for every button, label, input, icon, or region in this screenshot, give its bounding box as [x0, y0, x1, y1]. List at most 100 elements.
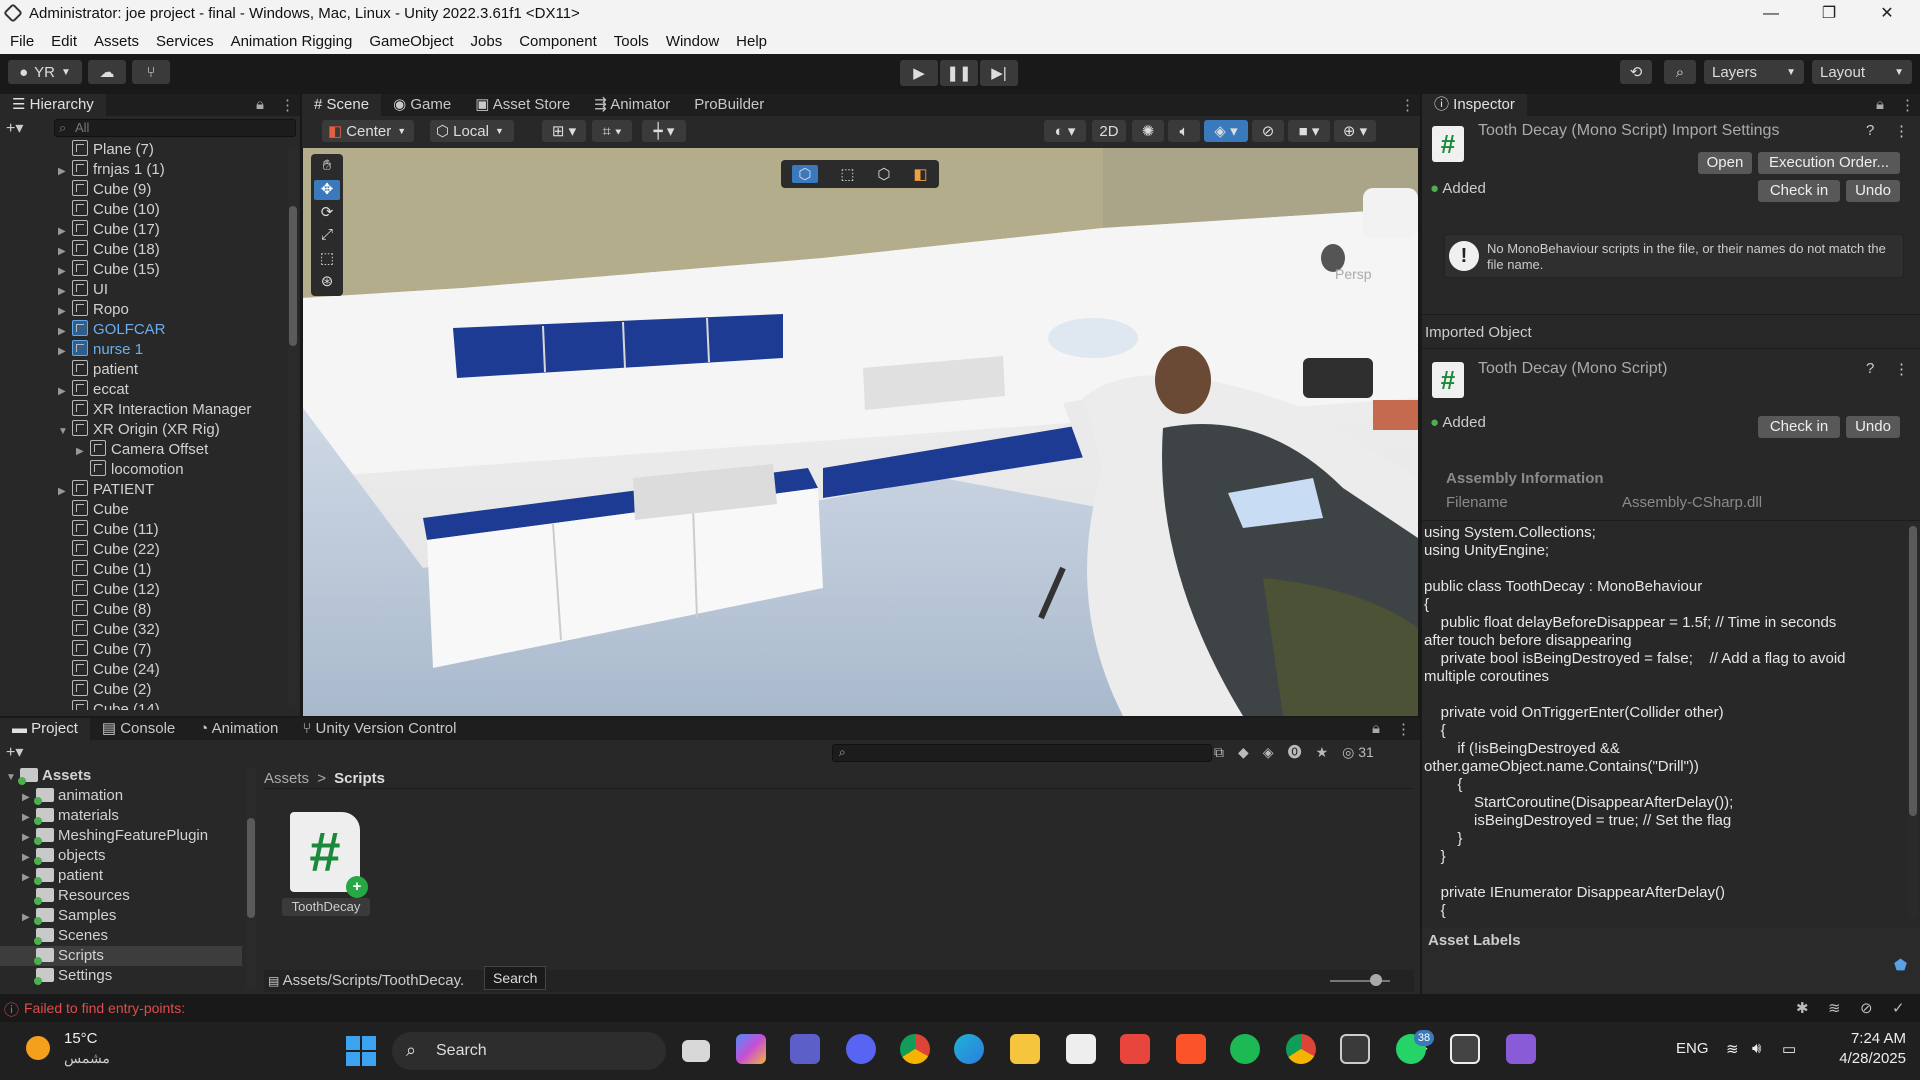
chrome-icon[interactable] — [900, 1034, 930, 1064]
favorite-star-icon[interactable]: ★ — [1316, 744, 1329, 761]
expand-arrow-icon[interactable]: ▶ — [58, 242, 72, 262]
hierarchy-item[interactable]: ▶ Cube (17) — [58, 220, 160, 242]
menu-file[interactable]: File — [10, 33, 34, 50]
expand-arrow-icon[interactable]: ▶ — [58, 282, 72, 302]
expand-arrow-icon[interactable]: ▶ — [58, 342, 72, 362]
hierarchy-item[interactable]: Cube (2) — [58, 680, 151, 700]
filter-warning-icon[interactable]: ⓿ — [1288, 742, 1302, 762]
chrome-profile-icon[interactable] — [1286, 1034, 1316, 1064]
wifi-icon[interactable]: ≋ — [1726, 1040, 1739, 1058]
tab-animation[interactable]: ◔ Animation — [187, 718, 290, 740]
expand-arrow-icon[interactable]: ▶ — [58, 262, 72, 282]
scrollbar-thumb[interactable] — [289, 206, 297, 346]
visual-studio-icon[interactable] — [1506, 1034, 1536, 1064]
menu-window[interactable]: Window — [666, 33, 719, 50]
edge-mode-icon[interactable]: ⬡ — [877, 165, 890, 183]
hierarchy-item[interactable]: ▶ GOLFCAR — [58, 320, 166, 342]
scrollbar-thumb[interactable] — [1909, 526, 1917, 816]
help-icon[interactable]: ? — [1866, 360, 1874, 377]
hierarchy-item[interactable]: Cube (8) — [58, 600, 151, 620]
play-button[interactable]: ▶ — [900, 60, 938, 86]
tab-probuilder[interactable]: ProBuilder — [682, 94, 776, 116]
project-folder-item[interactable]: Resources — [22, 886, 242, 906]
expand-arrow-icon[interactable]: ▼ — [58, 422, 72, 442]
lock-icon[interactable]: 🔒︎ — [256, 96, 264, 113]
expand-arrow-icon[interactable]: ▶ — [58, 382, 72, 402]
project-folder-item[interactable]: ▶ patient — [22, 866, 242, 888]
grid-snap-button[interactable]: ⊞ ▾ — [542, 120, 586, 142]
project-folder-item[interactable]: Scenes — [22, 926, 242, 946]
unity-hub-icon[interactable] — [1340, 1034, 1370, 1064]
tab-console[interactable]: ▤ Console — [90, 718, 187, 740]
volume-icon[interactable]: 🔊︎ — [1752, 1040, 1761, 1057]
hierarchy-item[interactable]: Cube (11) — [58, 520, 159, 540]
check-in-button[interactable]: Check in — [1758, 180, 1840, 202]
hierarchy-item[interactable]: Cube (12) — [58, 580, 160, 600]
tab-animator[interactable]: ⇶ Animator — [582, 94, 682, 116]
tab-hierarchy[interactable]: ☰ Hierarchy — [0, 94, 106, 116]
spotify-icon[interactable] — [1230, 1034, 1260, 1064]
scale-tool-icon[interactable]: ⤢ — [314, 226, 340, 246]
zoom-slider-thumb[interactable] — [1370, 974, 1382, 986]
task-view-icon[interactable] — [682, 1040, 710, 1062]
anydesk-icon[interactable] — [1120, 1034, 1150, 1064]
menu-assets[interactable]: Assets — [94, 33, 139, 50]
object-mode-icon[interactable]: ⬡ — [792, 165, 818, 183]
history-button[interactable]: ⟲ — [1620, 60, 1652, 84]
expand-arrow-icon[interactable]: ▶ — [58, 482, 72, 502]
close-button[interactable]: ✕ — [1858, 0, 1916, 28]
face-mode-icon[interactable]: ◧ — [913, 165, 927, 183]
lock-icon[interactable]: 🔒︎ — [1372, 720, 1380, 737]
space-dropdown[interactable]: ⬡ Local ▼ — [430, 120, 514, 142]
project-search-input[interactable]: ⌕ — [832, 744, 1212, 762]
hand-tool-icon[interactable]: ✋︎ — [314, 157, 340, 177]
expand-arrow-icon[interactable]: ▶ — [58, 222, 72, 242]
weather-condition[interactable]: مشمس — [64, 1050, 110, 1067]
expand-arrow-icon[interactable]: ▶ — [58, 302, 72, 322]
hierarchy-item[interactable]: ▶ Cube (15) — [58, 260, 160, 282]
scene-viewport[interactable]: ✋︎ ✥ ⟳ ⤢ ⬚ ⊛ ⬡ ⬚ ⬡ ◧ Persp — [303, 148, 1418, 716]
undo-button[interactable]: Undo — [1846, 180, 1900, 202]
error-message[interactable]: Failed to find entry-points: — [24, 1000, 185, 1016]
layers-dropdown[interactable]: Layers ▼ — [1704, 60, 1804, 84]
teams-icon[interactable] — [790, 1034, 820, 1064]
pause-button[interactable]: ❚❚ — [940, 60, 978, 86]
move-tool-icon[interactable]: ✥ — [314, 180, 340, 200]
asset-item-toothdecay[interactable]: # + ToothDecay — [282, 812, 370, 918]
pivot-dropdown[interactable]: ◧ Center ▼ — [322, 120, 414, 142]
clock-time[interactable]: 7:24 AM — [1828, 1030, 1906, 1047]
hierarchy-item[interactable]: ▶ frnjas 1 (1) — [58, 160, 165, 182]
menu-services[interactable]: Services — [156, 33, 214, 50]
camera-settings-button[interactable]: ■ ▾ — [1288, 120, 1330, 142]
draw-mode-button[interactable]: ◐ ▾ — [1044, 120, 1086, 142]
hierarchy-item[interactable]: patient — [58, 360, 138, 380]
visibility-toggle[interactable]: ⊘ — [1252, 120, 1284, 142]
project-folder-item[interactable]: Scripts — [0, 946, 242, 966]
execution-order-button[interactable]: Execution Order... — [1758, 152, 1900, 174]
kebab-menu-icon[interactable]: ⋮ — [1396, 720, 1411, 738]
hierarchy-scrollbar[interactable] — [288, 146, 298, 706]
gizmos-button[interactable]: ⊕ ▾ — [1334, 120, 1376, 142]
hierarchy-item[interactable]: locomotion — [76, 460, 184, 480]
hierarchy-item[interactable]: ▼ XR Origin (XR Rig) — [58, 420, 220, 442]
project-folder-item[interactable]: ▶ animation — [22, 786, 242, 808]
search-button[interactable]: ⌕ — [1664, 60, 1696, 84]
hierarchy-item[interactable]: Cube (22) — [58, 540, 160, 560]
windows-start-icon[interactable] — [346, 1036, 376, 1066]
hierarchy-item[interactable]: Cube (1) — [58, 560, 151, 580]
expand-arrow-icon[interactable]: ▶ — [58, 322, 72, 342]
weather-temp[interactable]: 15°C — [64, 1030, 98, 1047]
maximize-button[interactable]: ❐ — [1800, 0, 1858, 28]
expand-arrow-icon[interactable]: ▶ — [76, 442, 90, 462]
project-folder-item[interactable]: ▶ MeshingFeaturePlugin — [22, 826, 242, 848]
discord-icon[interactable] — [846, 1034, 876, 1064]
hierarchy-item[interactable]: ▶ PATIENT — [58, 480, 154, 502]
hierarchy-item[interactable]: Cube (9) — [58, 180, 151, 200]
undo-button[interactable]: Undo — [1846, 416, 1900, 438]
tab-project[interactable]: ▬ Project — [0, 718, 90, 740]
2d-toggle-button[interactable]: 2D — [1092, 120, 1126, 142]
file-explorer-icon[interactable] — [1010, 1034, 1040, 1064]
menu-edit[interactable]: Edit — [51, 33, 77, 50]
tab-asset-store[interactable]: ▣ Asset Store — [463, 94, 582, 116]
tab-inspector[interactable]: ⓘ Inspector — [1422, 94, 1527, 116]
